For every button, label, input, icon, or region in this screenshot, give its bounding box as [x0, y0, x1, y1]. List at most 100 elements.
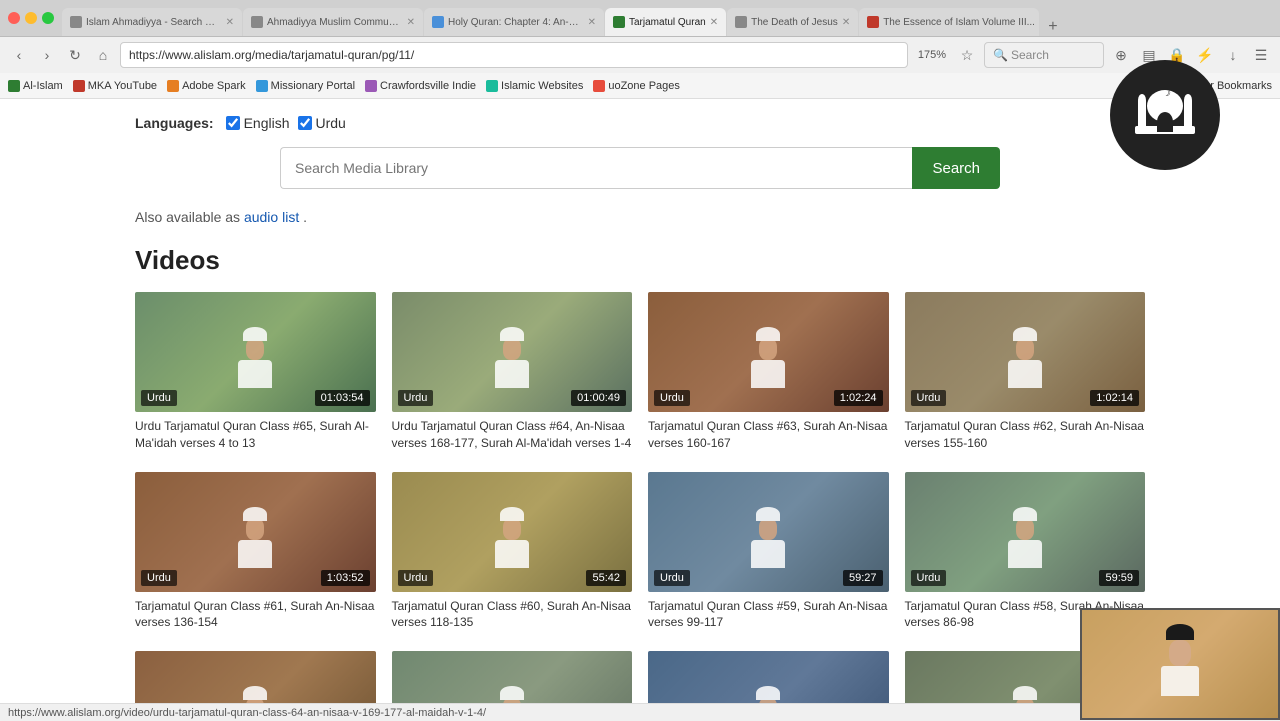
tab-tarjamatul-quran[interactable]: Tarjamatul Quran ✕ [605, 8, 726, 36]
video-card-6[interactable]: Urdu 55:42 Tarjamatul Quran Class #60, S… [392, 472, 633, 632]
lang-badge-2: Urdu [398, 390, 434, 406]
minimize-button-tl[interactable] [25, 12, 37, 24]
bookmark-icon-7 [593, 80, 605, 92]
turban-2 [500, 327, 524, 341]
video-card-4[interactable]: Urdu 1:02:14 Tarjamatul Quran Class #62,… [905, 292, 1146, 452]
preacher-figure-6 [487, 507, 537, 572]
home-button[interactable]: ⌂ [92, 44, 114, 66]
tab-close-4[interactable]: ✕ [710, 17, 718, 28]
tab-holy-quran[interactable]: Holy Quran: Chapter 4: An-Nisa' ✕ [424, 8, 604, 36]
urdu-checkbox[interactable] [298, 116, 312, 130]
lang-badge-8: Urdu [911, 570, 947, 586]
search-section: Search [280, 147, 1000, 189]
bookmark-icon-2 [73, 80, 85, 92]
bookmark-missionary-portal[interactable]: Missionary Portal [256, 80, 355, 92]
tab-label-4: Tarjamatul Quran [629, 17, 706, 28]
face-6 [503, 518, 521, 540]
video-card-5[interactable]: Urdu 1:03:52 Tarjamatul Quran Class #61,… [135, 472, 376, 632]
tab-essence-of-islam[interactable]: The Essence of Islam Volume III... ✕ [859, 8, 1039, 36]
tab-favicon-3 [432, 16, 444, 28]
face-2 [503, 338, 521, 360]
english-checkbox[interactable] [226, 116, 240, 130]
urdu-lang-option[interactable]: Urdu [298, 115, 346, 131]
time-badge-2: 01:00:49 [571, 390, 626, 406]
bookmark-label-2: MKA YouTube [88, 80, 157, 92]
reload-button[interactable]: ↻ [64, 44, 86, 66]
face-4 [1016, 338, 1034, 360]
address-text: https://www.alislam.org/media/tarjamatul… [129, 48, 414, 62]
nav-icon-6[interactable]: ☰ [1250, 44, 1272, 66]
search-button[interactable]: Search [912, 147, 1000, 189]
svg-text:☽: ☽ [1162, 88, 1171, 99]
video-title-4: Tarjamatul Quran Class #62, Surah An-Nis… [905, 418, 1146, 452]
mini-player[interactable] [1080, 608, 1280, 720]
tab-close-5[interactable]: ✕ [842, 17, 850, 28]
preacher-figure-1 [230, 327, 280, 392]
lang-badge-4: Urdu [911, 390, 947, 406]
video-thumb-7: Urdu 59:27 [648, 472, 889, 592]
face-8 [1016, 518, 1034, 540]
lang-badge-6: Urdu [398, 570, 434, 586]
video-grid-row2: Urdu 1:03:52 Tarjamatul Quran Class #61,… [135, 472, 1145, 632]
search-input[interactable] [280, 147, 912, 189]
bookmark-islamic-websites[interactable]: Islamic Websites [486, 80, 583, 92]
bookmark-crawfordsville[interactable]: Crawfordsville Indie [365, 80, 476, 92]
mini-player-figure [1150, 624, 1210, 704]
tab-ahmadiyya-community[interactable]: Ahmadiyya Muslim Community... ✕ [243, 8, 423, 36]
languages-label: Languages: [135, 115, 214, 131]
video-card-1[interactable]: Urdu 01:03:54 Urdu Tarjamatul Quran Clas… [135, 292, 376, 452]
tab-close-2[interactable]: ✕ [407, 17, 415, 28]
tab-bar-container: Islam Ahmadiyya - Search Res... ✕ Ahmadi… [0, 0, 1280, 37]
tab-favicon-5 [735, 16, 747, 28]
video-title-2: Urdu Tarjamatul Quran Class #64, An-Nisa… [392, 418, 633, 452]
mini-face [1169, 640, 1191, 666]
close-button-tl[interactable] [8, 12, 20, 24]
video-title-7: Tarjamatul Quran Class #59, Surah An-Nis… [648, 598, 889, 632]
tab-favicon-2 [251, 16, 263, 28]
video-thumb-8: Urdu 59:59 [905, 472, 1146, 592]
bookmark-al-islam[interactable]: Al-Islam [8, 80, 63, 92]
turban-9 [243, 686, 267, 700]
tab-bar: Islam Ahmadiyya - Search Res... ✕ Ahmadi… [62, 0, 1280, 36]
address-bar[interactable]: https://www.alislam.org/media/tarjamatul… [120, 42, 908, 68]
search-bar-nav[interactable]: 🔍 Search [984, 42, 1104, 68]
bookmark-uozone[interactable]: uoZone Pages [593, 80, 680, 92]
preacher-figure-2 [487, 327, 537, 392]
new-tab-button[interactable]: + [1040, 18, 1065, 36]
nav-icon-4[interactable]: ⚡ [1194, 44, 1216, 66]
bookmark-star[interactable]: ☆ [956, 44, 978, 66]
audio-list-link[interactable]: audio list [244, 209, 299, 225]
forward-button[interactable]: › [36, 44, 58, 66]
turban-4 [1013, 327, 1037, 341]
tab-death-of-jesus[interactable]: The Death of Jesus ✕ [727, 8, 858, 36]
nav-bar: ‹ › ↻ ⌂ https://www.alislam.org/media/ta… [0, 37, 1280, 73]
body-5 [238, 540, 272, 568]
video-card-2[interactable]: Urdu 01:00:49 Urdu Tarjamatul Quran Clas… [392, 292, 633, 452]
bookmark-adobe-spark[interactable]: Adobe Spark [167, 80, 246, 92]
english-label: English [244, 115, 290, 131]
tab-label-1: Islam Ahmadiyya - Search Res... [86, 17, 222, 28]
languages-row: Languages: English Urdu [135, 115, 1145, 131]
mosque-icon: ☽ [1130, 78, 1200, 148]
tab-favicon-1 [70, 16, 82, 28]
traffic-lights [0, 12, 62, 24]
face-3 [759, 338, 777, 360]
tab-close-3[interactable]: ✕ [588, 17, 596, 28]
face-7 [759, 518, 777, 540]
tab-close-1[interactable]: ✕ [226, 17, 234, 28]
lang-badge-3: Urdu [654, 390, 690, 406]
nav-icon-1[interactable]: ⊕ [1110, 44, 1132, 66]
nav-icon-5[interactable]: ↓ [1222, 44, 1244, 66]
english-lang-option[interactable]: English [226, 115, 290, 131]
bookmark-mka-youtube[interactable]: MKA YouTube [73, 80, 157, 92]
back-button[interactable]: ‹ [8, 44, 30, 66]
video-thumb-3: Urdu 1:02:24 [648, 292, 889, 412]
tab-islam-ahmadiyya[interactable]: Islam Ahmadiyya - Search Res... ✕ [62, 8, 242, 36]
turban-6 [500, 507, 524, 521]
video-card-3[interactable]: Urdu 1:02:24 Tarjamatul Quran Class #63,… [648, 292, 889, 452]
time-badge-1: 01:03:54 [315, 390, 370, 406]
preacher-figure-4 [1000, 327, 1050, 392]
video-card-7[interactable]: Urdu 59:27 Tarjamatul Quran Class #59, S… [648, 472, 889, 632]
mini-shirt [1161, 666, 1199, 696]
fullscreen-button-tl[interactable] [42, 12, 54, 24]
